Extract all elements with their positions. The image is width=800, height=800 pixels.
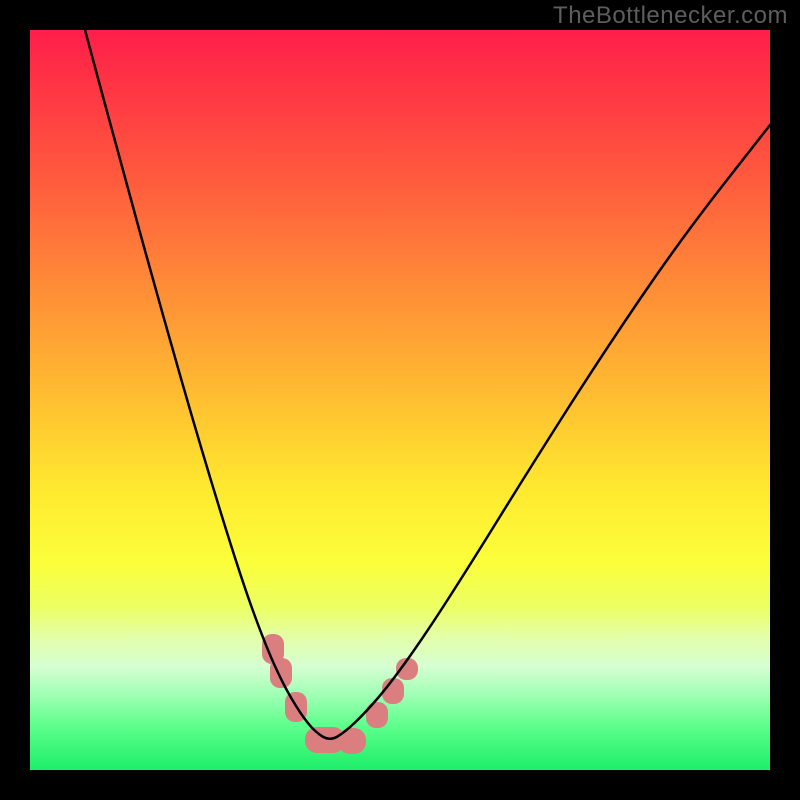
chart-plot-area — [30, 30, 770, 770]
watermark-text: TheBottlenecker.com — [553, 2, 788, 30]
curve-marker — [366, 702, 388, 728]
bottleneck-curve — [85, 30, 770, 739]
chart-svg — [30, 30, 770, 770]
chart-frame: TheBottlenecker.com — [0, 0, 800, 800]
